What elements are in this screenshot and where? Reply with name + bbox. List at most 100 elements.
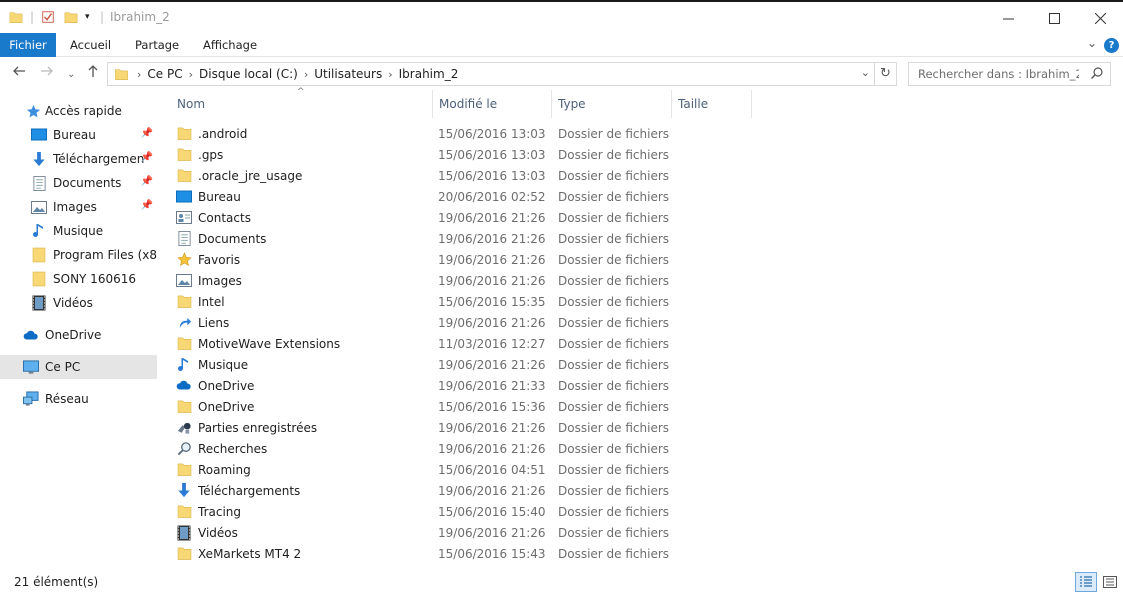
file-list-pane: ^ Nom Modifié le Type Taille .android 15/… bbox=[158, 87, 1123, 565]
file-modified-date: 15/06/2016 15:36 bbox=[438, 399, 546, 414]
table-row[interactable]: .oracle_jre_usage 15/06/2016 13:03 Dossier… bbox=[176, 165, 1116, 186]
tab-affichage[interactable]: Affichage bbox=[203, 33, 257, 57]
file-type: Dossier de fichiers bbox=[558, 252, 670, 267]
folder-icon bbox=[176, 462, 192, 478]
help-icon[interactable]: ? bbox=[1104, 38, 1119, 53]
pin-icon[interactable]: 📌 bbox=[141, 152, 153, 163]
tab-accueil[interactable]: Accueil bbox=[70, 33, 111, 57]
sidebar-item-musique[interactable]: Musique bbox=[0, 219, 157, 243]
file-name: XeMarkets MT4 2 bbox=[198, 546, 302, 561]
sidebar-item-ce-pc[interactable]: Ce PC bbox=[0, 355, 157, 379]
title-separator: | bbox=[100, 10, 105, 24]
sidebar-item-telechargements[interactable]: Téléchargements 📌 bbox=[0, 147, 157, 171]
sidebar-item-label: Documents bbox=[53, 176, 122, 190]
breadcrumb-chevron-icon[interactable]: › bbox=[135, 68, 143, 81]
close-button[interactable] bbox=[1077, 4, 1123, 32]
tab-fichier[interactable]: Fichier bbox=[0, 33, 56, 57]
file-modified-date: 15/06/2016 15:40 bbox=[438, 504, 546, 519]
column-header-modified[interactable]: Modifié le bbox=[433, 90, 552, 118]
table-row[interactable]: Bureau 20/06/2016 02:52 Dossier de fichier… bbox=[176, 186, 1116, 207]
address-bar[interactable]: › Ce PC › Disque local (C:) › Utilisateu… bbox=[107, 62, 897, 86]
customize-toolbar-chevron-icon[interactable]: ▾ bbox=[85, 12, 90, 22]
table-row[interactable]: OneDrive 19/06/2016 21:33 Dossier de fichi… bbox=[176, 375, 1116, 396]
sidebar-item-videos[interactable]: Vidéos bbox=[0, 291, 157, 315]
column-header-type[interactable]: Type bbox=[552, 90, 672, 118]
file-modified-date: 15/06/2016 04:51 bbox=[438, 462, 546, 477]
column-header-size[interactable]: Taille bbox=[672, 90, 752, 118]
pin-icon[interactable]: 📌 bbox=[141, 128, 153, 139]
breadcrumb-ibrahim[interactable]: Ibrahim_2 bbox=[395, 67, 463, 81]
table-row[interactable]: Roaming 15/06/2016 04:51 Dossier de fichie… bbox=[176, 459, 1116, 480]
file-type: Dossier de fichiers bbox=[558, 462, 670, 477]
recent-locations-chevron-icon[interactable]: ⌄ bbox=[67, 66, 75, 84]
table-row[interactable]: Téléchargements 19/06/2016 21:26 Dossier d… bbox=[176, 480, 1116, 501]
table-row[interactable]: Images 19/06/2016 21:26 Dossier de fichier… bbox=[176, 270, 1116, 291]
table-row[interactable]: Contacts 19/06/2016 21:26 Dossier de fichi… bbox=[176, 207, 1116, 228]
details-view-button[interactable] bbox=[1075, 572, 1097, 592]
table-row[interactable]: Intel 15/06/2016 15:35 Dossier de fichiers bbox=[176, 291, 1116, 312]
folder-icon bbox=[176, 294, 192, 310]
breadcrumb-chevron-icon[interactable]: › bbox=[302, 68, 310, 81]
sidebar-item-bureau[interactable]: Bureau 📌 bbox=[0, 123, 157, 147]
sidebar-item-documents[interactable]: Documents 📌 bbox=[0, 171, 157, 195]
file-type: Dossier de fichiers bbox=[558, 420, 670, 435]
table-row[interactable]: Parties enregistrées 19/06/2016 21:26 Doss… bbox=[176, 417, 1116, 438]
refresh-icon[interactable]: ↻ bbox=[874, 63, 896, 85]
expand-ribbon-chevron-icon[interactable]: ⌄ bbox=[1087, 36, 1097, 50]
tab-partage[interactable]: Partage bbox=[135, 33, 179, 57]
breadcrumb-chevron-icon[interactable]: › bbox=[386, 68, 394, 81]
search-box[interactable] bbox=[908, 62, 1111, 86]
table-row[interactable]: .android 15/06/2016 13:03 Dossier de fichi… bbox=[176, 123, 1116, 144]
file-type: Dossier de fichiers bbox=[558, 168, 670, 183]
new-folder-icon[interactable] bbox=[64, 10, 78, 27]
sidebar-item-images[interactable]: Images 📌 bbox=[0, 195, 157, 219]
maximize-button[interactable] bbox=[1031, 4, 1077, 32]
file-type: Dossier de fichiers bbox=[558, 147, 670, 162]
table-row[interactable]: Tracing 15/06/2016 15:40 Dossier de fichie… bbox=[176, 501, 1116, 522]
column-header-name[interactable]: Nom bbox=[171, 90, 433, 118]
file-name: Parties enregistrées bbox=[198, 420, 318, 435]
file-modified-date: 15/06/2016 15:35 bbox=[438, 294, 546, 309]
table-row[interactable]: Liens 19/06/2016 21:26 Dossier de fichiers bbox=[176, 312, 1116, 333]
file-modified-date: 15/06/2016 13:03 bbox=[438, 147, 546, 162]
sidebar-item-program-files[interactable]: Program Files (x86) bbox=[0, 243, 157, 267]
table-row[interactable]: Recherches 19/06/2016 21:26 Dossier de fic… bbox=[176, 438, 1116, 459]
table-row[interactable]: Vidéos 19/06/2016 21:26 Dossier de fichier… bbox=[176, 522, 1116, 543]
address-dropdown-chevron-icon[interactable]: ⌄ bbox=[861, 66, 870, 79]
breadcrumb-disque-local[interactable]: Disque local (C:) bbox=[195, 67, 302, 81]
table-row[interactable]: MotiveWave Extensions 11/03/2016 12:27 Dos… bbox=[176, 333, 1116, 354]
properties-icon[interactable] bbox=[41, 10, 55, 27]
pin-icon[interactable]: 📌 bbox=[141, 176, 153, 187]
sidebar-item-onedrive[interactable]: OneDrive bbox=[0, 323, 157, 347]
music-icon bbox=[176, 357, 192, 373]
breadcrumb-utilisateurs[interactable]: Utilisateurs bbox=[310, 67, 386, 81]
table-row[interactable]: Favoris 19/06/2016 21:26 Dossier de fichie… bbox=[176, 249, 1116, 270]
table-row[interactable]: OneDrive 15/06/2016 15:36 Dossier de fichi… bbox=[176, 396, 1116, 417]
sidebar-item-sony[interactable]: SONY 160616 bbox=[0, 267, 157, 291]
table-row[interactable]: .gps 15/06/2016 13:03 Dossier de fichiers bbox=[176, 144, 1116, 165]
network-icon bbox=[23, 391, 39, 407]
saved-games-icon bbox=[176, 420, 192, 436]
folder-icon[interactable] bbox=[9, 10, 23, 27]
pin-icon[interactable]: 📌 bbox=[141, 200, 153, 211]
file-type: Dossier de fichiers bbox=[558, 357, 670, 372]
search-input[interactable] bbox=[909, 63, 1079, 85]
computer-icon bbox=[23, 359, 39, 375]
breadcrumb-chevron-icon[interactable]: › bbox=[187, 68, 195, 81]
file-modified-date: 19/06/2016 21:26 bbox=[438, 231, 546, 246]
back-arrow-icon[interactable] bbox=[12, 64, 26, 82]
table-row[interactable]: XeMarkets MT4 2 15/06/2016 15:43 Dossier d… bbox=[176, 543, 1116, 564]
large-icons-view-button[interactable] bbox=[1099, 572, 1121, 592]
search-icon[interactable] bbox=[1090, 66, 1104, 83]
table-row[interactable]: Documents 19/06/2016 21:26 Dossier de fich… bbox=[176, 228, 1116, 249]
sidebar-item-acces-rapide[interactable]: Accès rapide bbox=[0, 99, 157, 123]
up-arrow-icon[interactable] bbox=[86, 64, 100, 82]
file-type: Dossier de fichiers bbox=[558, 210, 670, 225]
minimize-button[interactable] bbox=[985, 4, 1031, 32]
breadcrumb-ce-pc[interactable]: Ce PC bbox=[143, 67, 186, 81]
forward-arrow-icon[interactable] bbox=[40, 64, 54, 82]
images-icon bbox=[31, 199, 47, 215]
table-row[interactable]: Musique 19/06/2016 21:26 Dossier de fichie… bbox=[176, 354, 1116, 375]
cloud-icon bbox=[23, 327, 39, 343]
sidebar-item-reseau[interactable]: Réseau bbox=[0, 387, 157, 411]
